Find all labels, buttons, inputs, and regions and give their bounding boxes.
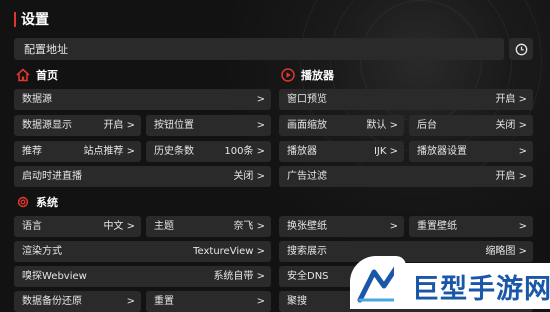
- row-value: 默认 >: [366, 120, 398, 131]
- row-label: 主题: [154, 221, 174, 232]
- row-label: 启动时进直播: [22, 171, 82, 182]
- section-home: 首页: [16, 66, 58, 84]
- row-background[interactable]: 后台 关闭 >: [409, 115, 533, 136]
- row-picture-scale[interactable]: 画面缩放 默认 >: [279, 115, 404, 136]
- page-title: 设置: [14, 9, 49, 29]
- row-label: 广告过滤: [287, 171, 327, 182]
- page-title-text: 设置: [21, 12, 49, 28]
- row-datasource[interactable]: 数据源 >: [14, 89, 271, 110]
- section-system-title: 系统: [36, 196, 58, 209]
- row-ad-filter[interactable]: 广告过滤 开启 >: [279, 166, 533, 187]
- row-window-preview[interactable]: 窗口预览 开启 >: [279, 89, 533, 110]
- row-reset-wallpaper[interactable]: 重置壁纸 >: [409, 216, 533, 237]
- row-player[interactable]: 播放器 IJK >: [279, 141, 404, 162]
- row-recommend[interactable]: 推荐 站点推荐 >: [14, 141, 141, 162]
- row-label: 数据源显示: [22, 120, 72, 131]
- row-value: 100条 >: [224, 146, 265, 157]
- row-value: 奈飞 >: [233, 221, 265, 232]
- row-sniff-webview[interactable]: 嗅探Webview 系统自带 >: [14, 266, 271, 287]
- row-label: 按钮位置: [154, 120, 194, 131]
- row-label: 换张壁纸: [287, 221, 327, 232]
- row-timeshift[interactable]: 启动时进直播 关闭 >: [14, 166, 271, 187]
- row-label: 播放器: [287, 146, 317, 157]
- row-value: 开启 >: [495, 94, 527, 105]
- play-circle-icon: [281, 68, 295, 82]
- row-label: 重置壁纸: [417, 221, 457, 232]
- row-label: 窗口预览: [287, 94, 327, 105]
- row-value: IJK >: [373, 146, 398, 157]
- row-history[interactable]: 历史条数 100条 >: [146, 141, 271, 162]
- row-value: >: [389, 221, 398, 232]
- config-address-label: 配置地址: [24, 43, 68, 56]
- row-value: >: [256, 120, 265, 131]
- row-datasource-display[interactable]: 数据源显示 开启 >: [14, 115, 141, 136]
- row-label: 播放器设置: [417, 146, 467, 157]
- section-player-title: 播放器: [301, 69, 334, 82]
- watermark-text: 巨型手游网: [412, 274, 550, 305]
- clock-icon: [515, 43, 527, 55]
- row-value: 开启 >: [103, 120, 135, 131]
- section-system: 系统: [16, 193, 58, 211]
- row-label: 渲染方式: [22, 246, 62, 257]
- row-value: 关闭 >: [233, 171, 265, 182]
- row-value: 中文 >: [103, 221, 135, 232]
- history-clock-button[interactable]: [509, 38, 533, 60]
- row-value: 站点推荐 >: [83, 146, 135, 157]
- row-label: 安全DNS: [287, 271, 329, 282]
- row-label: 嗅探Webview: [22, 271, 87, 282]
- row-change-wallpaper[interactable]: 换张壁纸 >: [279, 216, 404, 237]
- row-value: TextureView >: [193, 246, 265, 257]
- home-icon: [16, 68, 30, 82]
- row-label: 数据源: [22, 94, 52, 105]
- section-player: 播放器: [281, 66, 334, 84]
- row-player-settings[interactable]: 播放器设置 >: [409, 141, 533, 162]
- row-value: >: [256, 94, 265, 105]
- title-accent-bar: [14, 11, 16, 27]
- row-label: 后台: [417, 120, 437, 131]
- row-value: >: [518, 221, 527, 232]
- section-home-title: 首页: [36, 69, 58, 82]
- row-label: 历史条数: [154, 146, 194, 157]
- row-label: 语言: [22, 221, 42, 232]
- row-button-position[interactable]: 按钮位置 >: [146, 115, 271, 136]
- row-value: 开启 >: [495, 171, 527, 182]
- watermark-logo: 巨型手游网: [350, 253, 550, 309]
- row-language[interactable]: 语言 中文 >: [14, 216, 141, 237]
- row-label: 画面缩放: [287, 120, 327, 131]
- config-address-field[interactable]: 配置地址: [14, 38, 504, 60]
- row-label: 搜索展示: [287, 246, 327, 257]
- gear-icon: [16, 195, 30, 209]
- row-value: >: [518, 146, 527, 157]
- row-theme[interactable]: 主题 奈飞 >: [146, 216, 271, 237]
- row-value: 系统自带 >: [213, 271, 265, 282]
- row-render-mode[interactable]: 渲染方式 TextureView >: [14, 241, 271, 262]
- row-value: 关闭 >: [495, 120, 527, 131]
- row-label: 推荐: [22, 146, 42, 157]
